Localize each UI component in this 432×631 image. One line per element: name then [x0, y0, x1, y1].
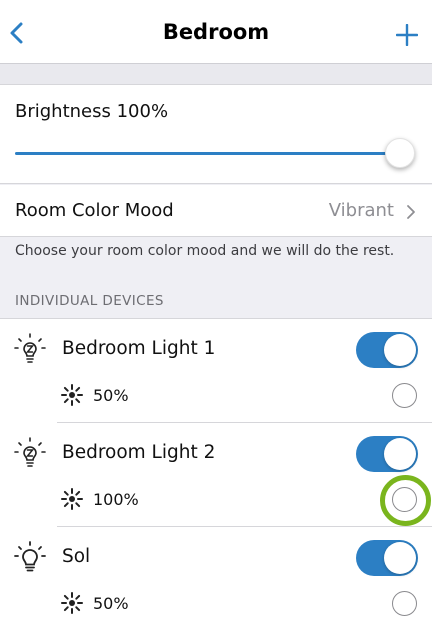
page-title: Bedroom	[162, 20, 270, 44]
section-spacer	[0, 64, 432, 84]
bulb-z-icon	[14, 437, 46, 467]
plus-icon[interactable]	[396, 24, 418, 46]
brightness-label: Brightness 100%	[15, 101, 169, 122]
room-color-mood-value: Vibrant	[328, 200, 394, 221]
device-power-toggle[interactable]	[356, 332, 418, 368]
highlight-ring	[380, 475, 431, 526]
device-select-radio[interactable]	[392, 383, 417, 408]
brightness-slider-thumb[interactable]	[385, 138, 415, 168]
device-select-radio[interactable]	[392, 591, 417, 616]
device-name: Bedroom Light 1	[62, 338, 216, 359]
bulb-icon	[14, 541, 46, 572]
bulb-z-icon	[14, 333, 46, 363]
device-list: Bedroom Light 1 50% Bedroom Light 2 100%…	[0, 318, 432, 631]
device-name: Bedroom Light 2	[62, 442, 216, 463]
brightness-icon	[61, 592, 83, 614]
toggle-knob	[384, 438, 416, 470]
device-row-sol: Sol 50%	[0, 527, 432, 631]
navigation-bar: Bedroom	[0, 0, 432, 64]
device-brightness-value: 100%	[93, 490, 139, 509]
device-brightness-value: 50%	[93, 386, 129, 405]
device-power-toggle[interactable]	[356, 540, 418, 576]
room-color-mood-row[interactable]: Room Color Mood Vibrant	[0, 185, 432, 237]
device-power-toggle[interactable]	[356, 436, 418, 472]
toggle-knob	[384, 334, 416, 366]
brightness-cell: Brightness 100%	[0, 84, 432, 184]
brightness-slider-track[interactable]	[15, 152, 400, 155]
section-header-devices: INDIVIDUAL DEVICES	[15, 293, 164, 309]
device-row-bedroom-light-2: Bedroom Light 2 100%	[0, 423, 432, 527]
device-name: Sol	[62, 546, 91, 567]
device-select-radio[interactable]	[380, 475, 431, 526]
brightness-icon	[61, 384, 83, 406]
color-mood-hint: Choose your room color mood and we will …	[15, 243, 395, 259]
room-color-mood-label: Room Color Mood	[15, 200, 174, 221]
device-brightness-value: 50%	[93, 594, 129, 613]
chevron-right-icon	[407, 205, 415, 219]
toggle-knob	[384, 542, 416, 574]
brightness-icon	[61, 488, 83, 510]
device-row-bedroom-light-1: Bedroom Light 1 50%	[0, 319, 432, 423]
